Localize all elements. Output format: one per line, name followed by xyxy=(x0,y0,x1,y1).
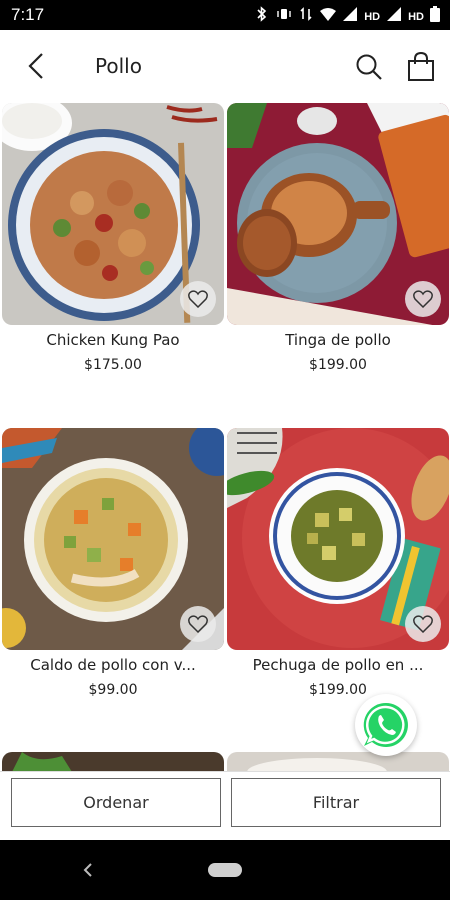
product-card[interactable]: Pechuga de pollo en ... $199.00 xyxy=(227,428,449,708)
page-title: Pollo xyxy=(95,54,142,78)
product-card[interactable] xyxy=(2,752,224,772)
favorite-button[interactable] xyxy=(405,606,441,642)
hd-label: HD xyxy=(408,10,424,23)
product-image[interactable] xyxy=(227,428,449,650)
product-price: $199.00 xyxy=(309,682,367,698)
bottom-action-bar: Ordenar Filtrar xyxy=(0,771,450,840)
vibrate-icon xyxy=(276,6,292,27)
product-name[interactable]: Chicken Kung Pao xyxy=(2,331,224,349)
arrow-left-icon xyxy=(28,53,43,79)
product-card[interactable]: Caldo de pollo con v... $99.00 xyxy=(2,428,224,708)
product-name[interactable]: Tinga de pollo xyxy=(227,331,449,349)
product-card[interactable] xyxy=(227,752,449,772)
whatsapp-icon xyxy=(363,702,408,747)
product-price: $99.00 xyxy=(88,682,138,698)
app-screen: Pollo Chicken Kung Pao $175.00 Tinga de … xyxy=(0,30,450,840)
sort-button[interactable]: Ordenar xyxy=(11,778,221,827)
product-price: $199.00 xyxy=(309,357,367,373)
status-bar: 7:17 HD HD xyxy=(0,0,450,30)
product-image[interactable] xyxy=(227,752,449,772)
product-name[interactable]: Pechuga de pollo en ... xyxy=(227,656,449,674)
wifi-icon xyxy=(320,6,337,27)
signal-icon xyxy=(342,6,358,27)
shopping-bag-icon xyxy=(408,52,434,81)
heart-icon xyxy=(188,290,208,308)
filter-button[interactable]: Filtrar xyxy=(231,778,441,827)
nav-back-button[interactable] xyxy=(80,860,96,880)
status-time: 7:17 xyxy=(11,5,45,24)
heart-icon xyxy=(188,615,208,633)
heart-icon xyxy=(413,615,433,633)
system-nav-bar xyxy=(0,840,450,900)
signal-icon xyxy=(386,6,402,27)
cart-button[interactable] xyxy=(404,50,438,84)
heart-icon xyxy=(413,290,433,308)
status-icons: HD HD xyxy=(254,6,440,27)
product-image[interactable] xyxy=(2,428,224,650)
chevron-left-icon xyxy=(83,863,92,877)
bluetooth-icon xyxy=(254,6,270,27)
product-image[interactable] xyxy=(227,103,449,325)
search-button[interactable] xyxy=(352,50,386,84)
back-button[interactable] xyxy=(18,50,54,82)
nav-home-button[interactable] xyxy=(208,863,242,877)
product-image[interactable] xyxy=(2,103,224,325)
hd-label: HD xyxy=(364,10,381,23)
search-icon xyxy=(356,54,382,80)
product-image[interactable] xyxy=(2,752,224,772)
whatsapp-button[interactable] xyxy=(355,694,417,756)
battery-icon xyxy=(430,6,440,27)
product-card[interactable]: Chicken Kung Pao $175.00 xyxy=(2,103,224,383)
product-name[interactable]: Caldo de pollo con v... xyxy=(2,656,224,674)
product-card[interactable]: Tinga de pollo $199.00 xyxy=(227,103,449,383)
favorite-button[interactable] xyxy=(405,281,441,317)
data-transfer-icon xyxy=(298,6,314,27)
product-price: $175.00 xyxy=(84,357,142,373)
favorite-button[interactable] xyxy=(180,281,216,317)
favorite-button[interactable] xyxy=(180,606,216,642)
app-header: Pollo xyxy=(0,30,450,102)
